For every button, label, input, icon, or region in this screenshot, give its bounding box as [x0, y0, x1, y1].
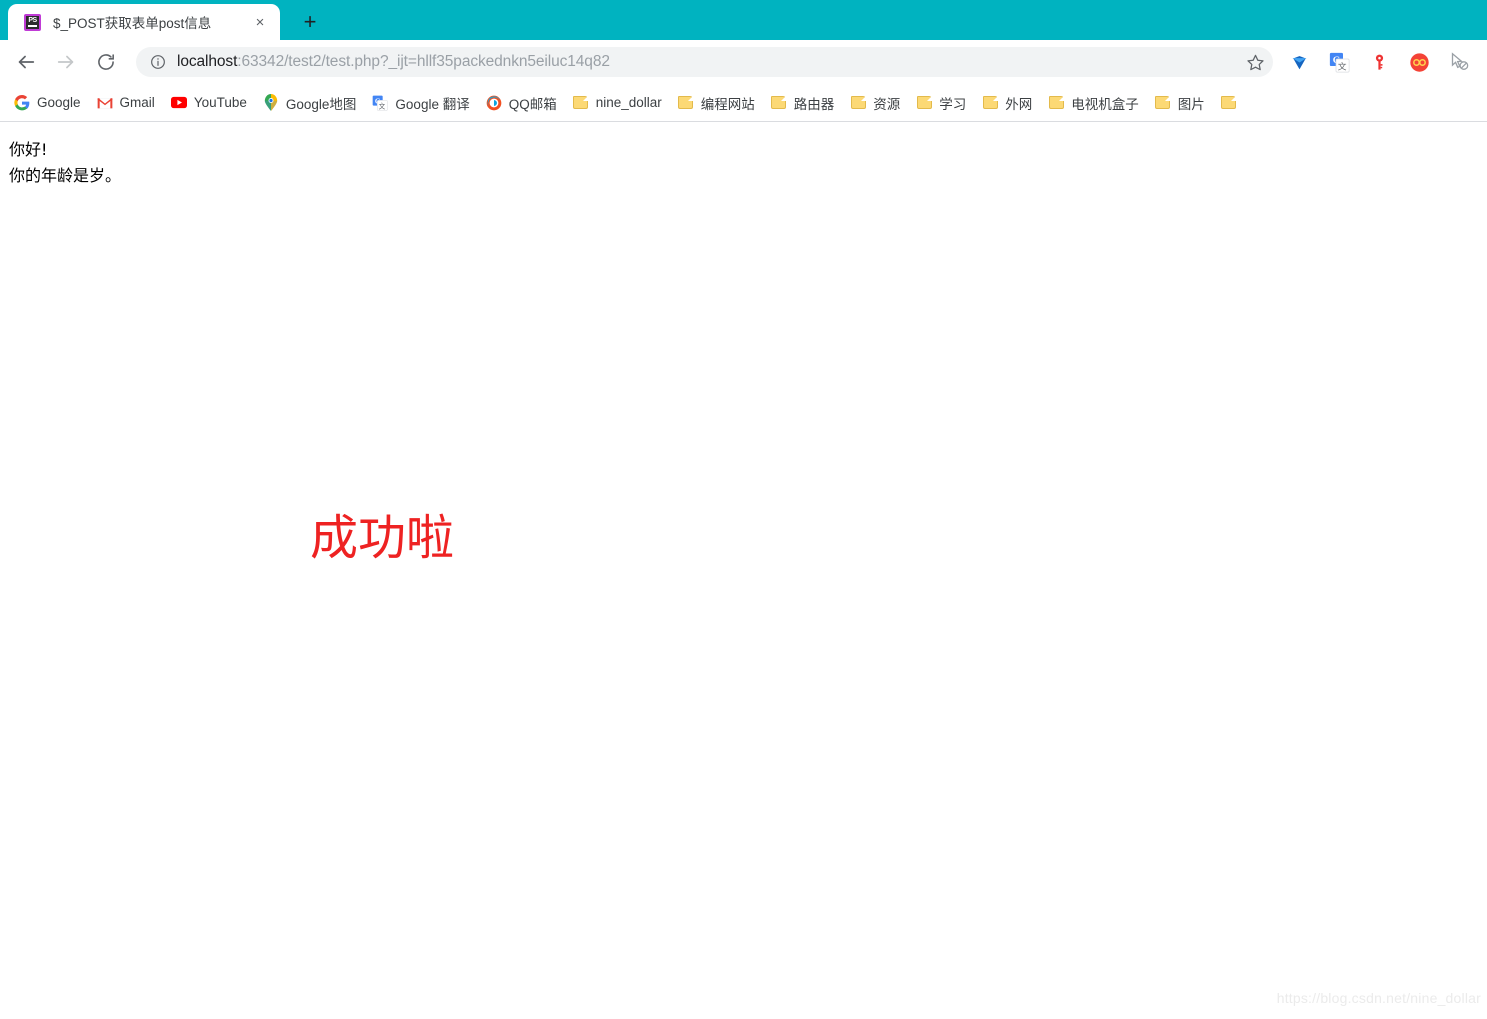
watermark: https://blog.csdn.net/nine_dollar [1276, 990, 1481, 1006]
bookmark-folder-overflow[interactable] [1213, 90, 1252, 116]
infinity-circle-icon[interactable] [1404, 47, 1434, 77]
svg-text:文: 文 [379, 101, 386, 110]
folder-icon [1155, 95, 1171, 111]
cursor-block-icon[interactable] [1444, 47, 1474, 77]
folder-icon [771, 95, 787, 111]
bookmark-google-translate[interactable]: G 文 Google 翻译 [364, 90, 477, 116]
tab-title: $_POST获取表单post信息 [53, 16, 212, 31]
url-host: localhost [177, 53, 238, 70]
bookmark-google[interactable]: Google [6, 90, 89, 116]
bookmark-label: QQ邮箱 [508, 96, 557, 112]
youtube-icon [170, 95, 187, 111]
bookmark-label: Gmail [119, 95, 155, 110]
bookmark-folder-study[interactable]: 学习 [908, 90, 974, 116]
bookmark-label: 外网 [1005, 96, 1033, 112]
bookmark-qq-mail[interactable]: QQ邮箱 [478, 90, 565, 116]
phpstorm-icon-bar [28, 25, 37, 27]
bookmark-folder-programming-sites[interactable]: 编程网站 [670, 90, 763, 116]
bookmark-gmail[interactable]: Gmail [89, 90, 163, 116]
folder-icon [678, 95, 694, 111]
bookmark-label: Google [37, 95, 81, 110]
extension-icons: G 文 [1279, 47, 1479, 77]
diamond-extension-icon[interactable] [1284, 47, 1314, 77]
browser-toolbar: localhost:63342/test2/test.php?_ijt=hllf… [0, 40, 1487, 84]
qq-mail-icon [486, 95, 502, 111]
bookmark-folder-router[interactable]: 路由器 [763, 90, 843, 116]
bookmark-folder-tv-box[interactable]: 电视机盒子 [1040, 90, 1147, 116]
google-translate-icon[interactable]: G 文 [1324, 47, 1354, 77]
page-content: 你好! 你的年龄是岁。 成功啦 https://blog.csdn.net/ni… [0, 122, 1487, 1018]
bookmark-label: 路由器 [793, 96, 835, 112]
info-circle-icon[interactable] [148, 52, 168, 72]
forward-arrow-icon[interactable] [49, 45, 83, 79]
close-icon[interactable]: × [248, 10, 272, 34]
url-text: localhost:63342/test2/test.php?_ijt=hllf… [177, 53, 1241, 71]
back-arrow-icon[interactable] [9, 45, 43, 79]
tab-strip: PS $_POST获取表单post信息 × + [0, 0, 1487, 40]
plus-icon[interactable]: + [294, 6, 326, 38]
phpstorm-icon-label: PS [28, 17, 37, 24]
bookmark-label: Google 翻译 [395, 96, 470, 112]
success-message: 成功啦 [310, 510, 455, 566]
bookmark-label: Google地图 [285, 96, 357, 112]
bookmark-label: 电视机盒子 [1071, 96, 1139, 112]
age-line: 你的年龄是岁。 [9, 166, 122, 185]
google-maps-pin-icon [263, 94, 279, 111]
url-path: :63342/test2/test.php?_ijt=hllf35packedn… [237, 53, 610, 70]
bookmark-label: 学习 [939, 96, 967, 112]
page-text-block: 你好! 你的年龄是岁。 [9, 137, 121, 189]
browser-window: PS $_POST获取表单post信息 × + localhost:63342/… [0, 0, 1487, 1019]
greeting-line: 你好! [9, 140, 48, 159]
bookmark-label: 编程网站 [700, 96, 755, 112]
bookmark-label: nine_dollar [595, 95, 662, 110]
folder-icon [573, 95, 589, 111]
folder-icon [982, 95, 998, 111]
key-password-icon[interactable] [1364, 47, 1394, 77]
bookmark-label: YouTube [193, 95, 247, 110]
bookmark-star-icon[interactable] [1241, 48, 1269, 76]
bookmarks-bar: Google Gmail YouTube Google地图 文 Google 翻… [0, 84, 1487, 122]
google-translate-icon: G 文 [372, 95, 389, 111]
phpstorm-icon: PS [24, 13, 41, 31]
bookmark-folder-resources[interactable]: 资源 [842, 90, 908, 116]
folder-icon [1048, 95, 1064, 111]
folder-icon [916, 95, 932, 111]
folder-icon [850, 95, 866, 111]
gmail-icon [97, 95, 113, 111]
address-bar[interactable]: localhost:63342/test2/test.php?_ijt=hllf… [136, 47, 1273, 77]
bookmark-google-maps[interactable]: Google地图 [255, 90, 365, 116]
folder-icon [1221, 95, 1237, 111]
bookmark-youtube[interactable]: YouTube [163, 90, 255, 116]
bookmark-folder-pictures[interactable]: 图片 [1147, 90, 1213, 116]
bookmark-folder-nine-dollar[interactable]: nine_dollar [565, 90, 670, 116]
bookmark-label: 图片 [1177, 96, 1205, 112]
bookmark-label: 资源 [873, 96, 901, 112]
reload-icon[interactable] [89, 45, 123, 79]
google-g-icon [14, 94, 30, 111]
browser-tab[interactable]: PS $_POST获取表单post信息 × [8, 4, 280, 40]
bookmark-folder-external-network[interactable]: 外网 [974, 90, 1040, 116]
svg-text:文: 文 [1337, 60, 1346, 72]
